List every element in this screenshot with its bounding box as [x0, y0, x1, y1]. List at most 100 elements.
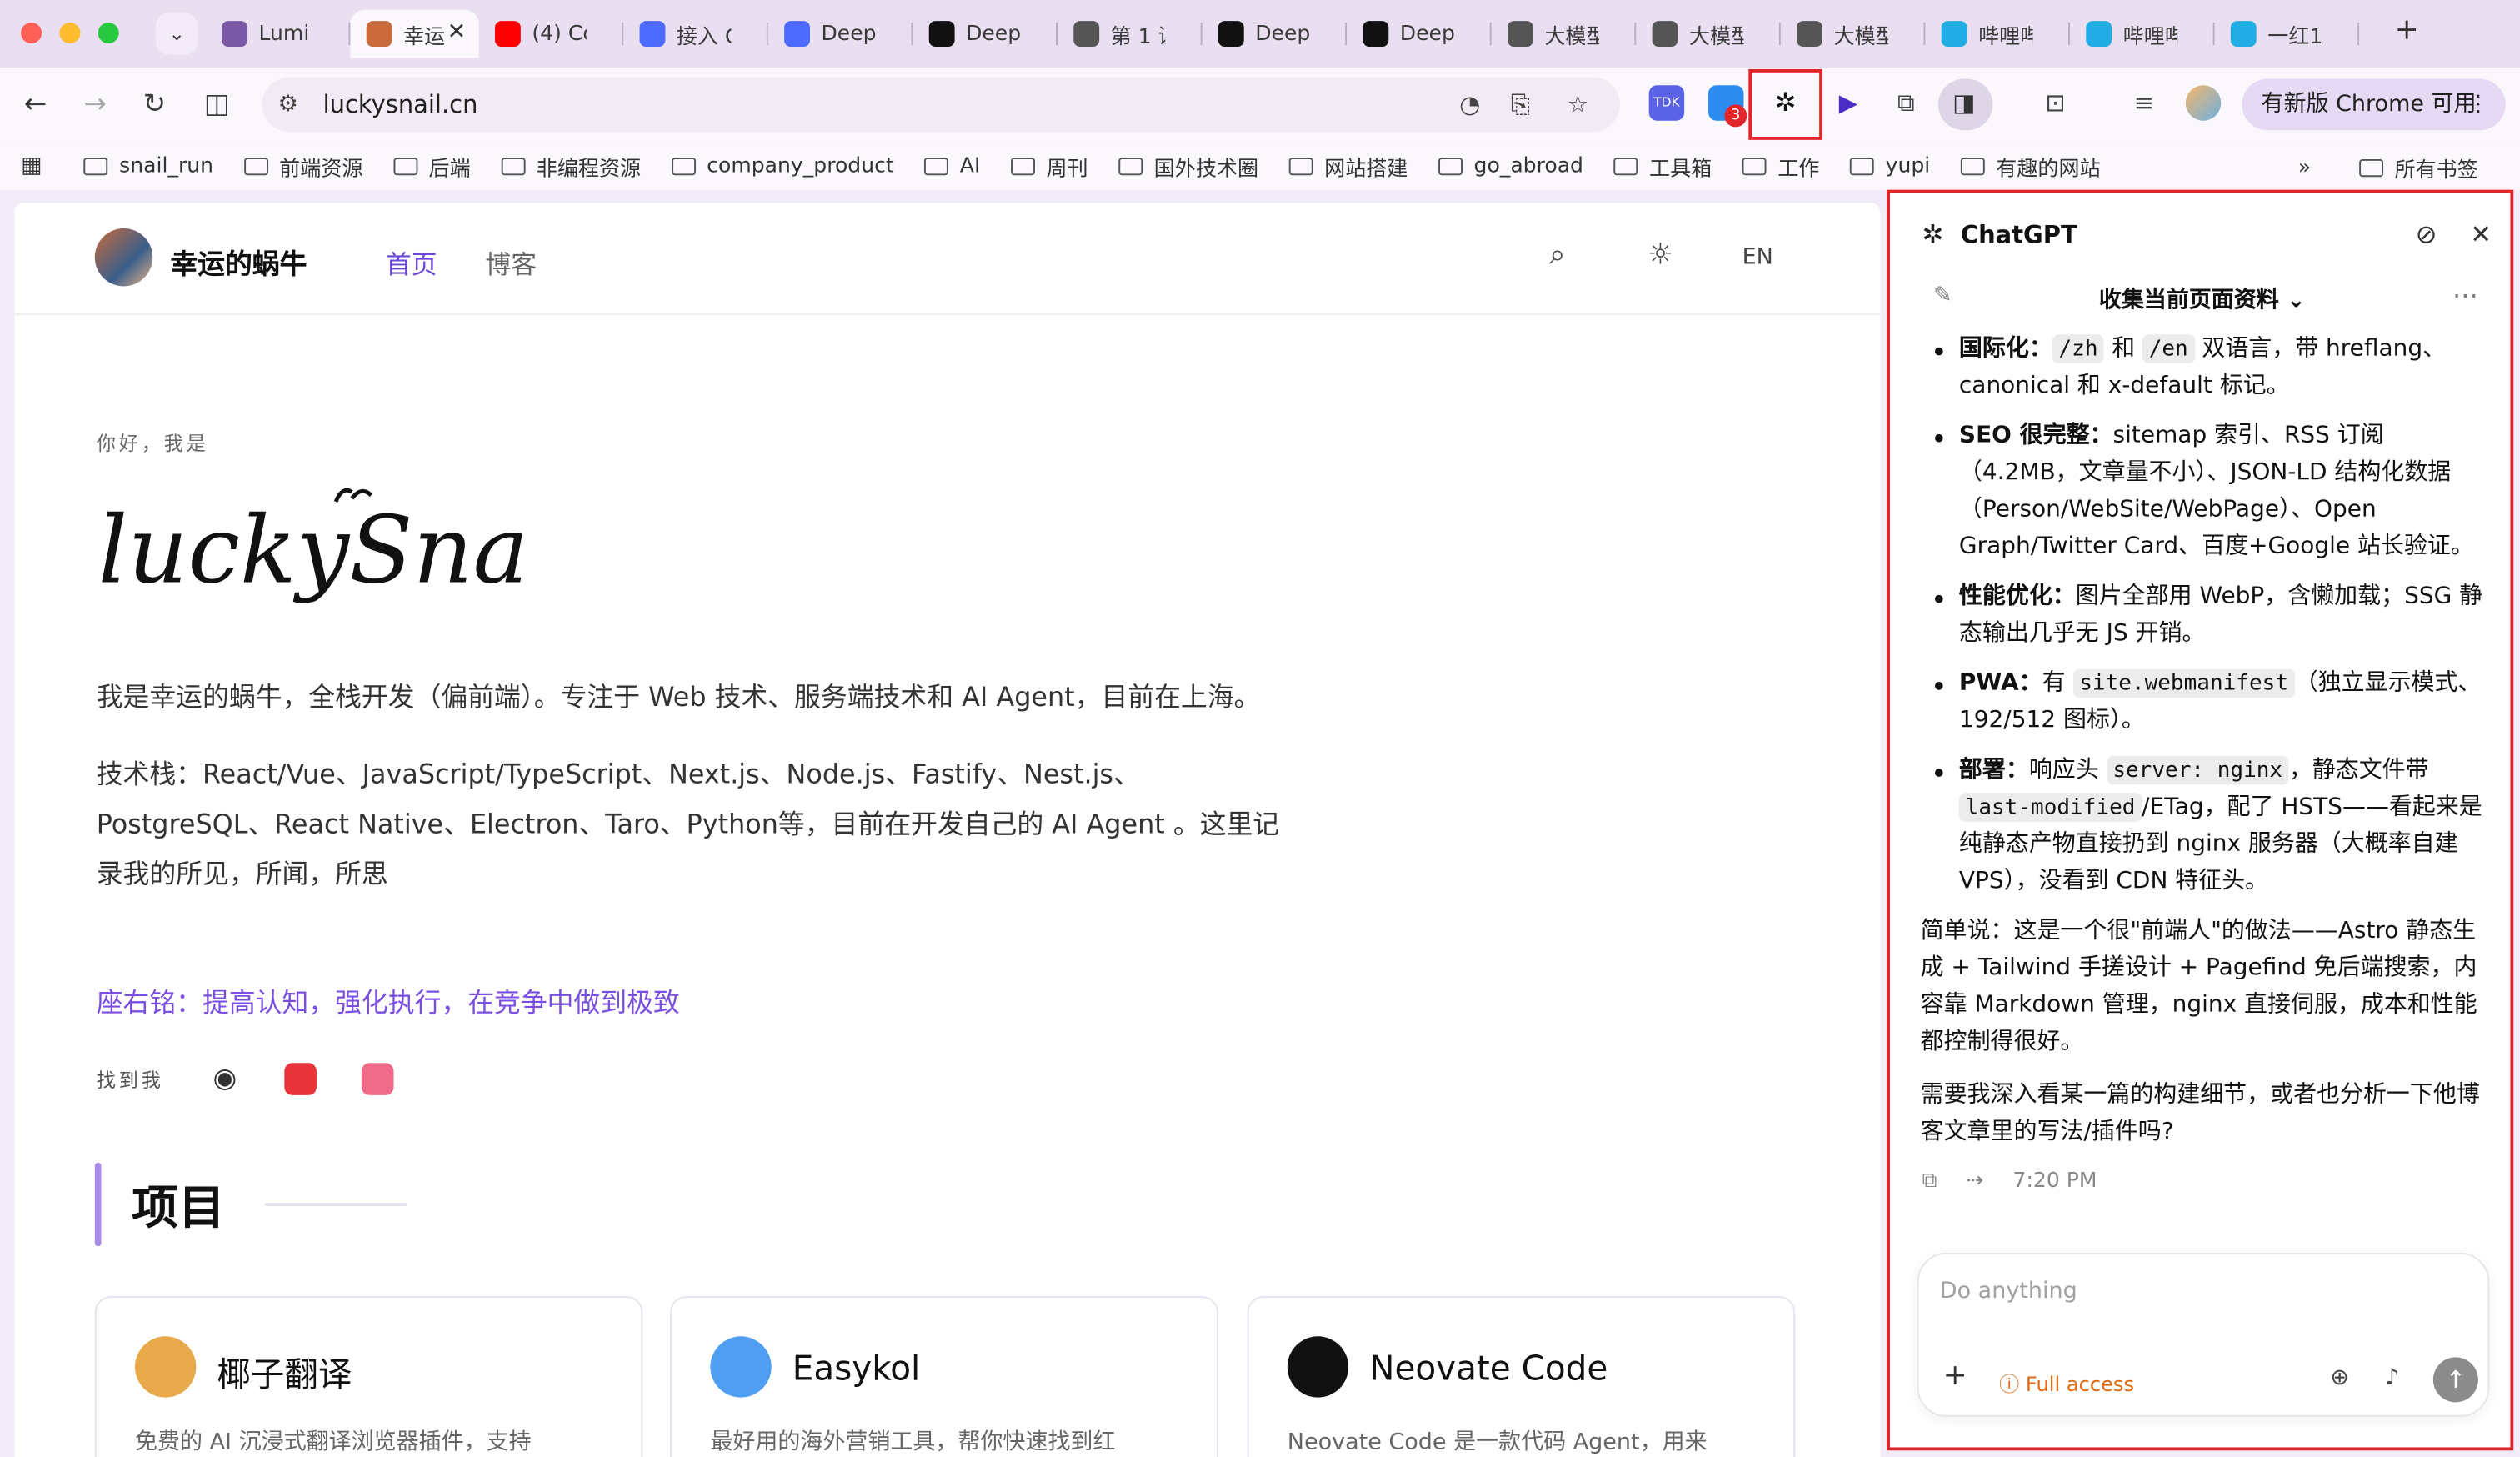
project-logo-icon: [1287, 1336, 1349, 1398]
close-window-button[interactable]: [21, 23, 42, 44]
close-tab-icon[interactable]: ✕: [448, 19, 467, 45]
chevron-down-icon: ⌄: [2287, 288, 2306, 314]
bookmark-folder[interactable]: 网站搭建: [1288, 150, 1408, 182]
tab-title: DeepS: [966, 22, 1021, 46]
bookmark-folder[interactable]: yupi: [1850, 150, 1930, 181]
search-icon[interactable]: ⌕: [1549, 238, 1565, 273]
github-icon[interactable]: ◉: [209, 1063, 242, 1095]
bookmark-folder[interactable]: go_abroad: [1438, 150, 1583, 181]
apps-grid-icon[interactable]: ▦: [21, 153, 42, 178]
bookmark-folder[interactable]: 后端: [393, 150, 471, 181]
tab-7[interactable]: DeepS: [1202, 10, 1348, 58]
copy-icon[interactable]: ⧉: [1922, 1169, 1938, 1194]
install-app-icon[interactable]: ⎘: [1511, 90, 1530, 119]
send-button[interactable]: ↑: [2432, 1357, 2478, 1403]
language-switch[interactable]: EN: [1742, 244, 1773, 270]
tab-12[interactable]: 哔哩哔: [1925, 10, 2070, 58]
tab-0[interactable]: Lumi -: [206, 10, 351, 58]
bookmarks-more-chevron-icon[interactable]: »: [2298, 156, 2311, 180]
nav-home-link[interactable]: 首页: [386, 243, 438, 281]
maximize-window-button[interactable]: [98, 23, 119, 44]
site-avatar[interactable]: [94, 228, 153, 287]
more-menu-icon[interactable]: ⋮: [2467, 79, 2489, 131]
tab-3[interactable]: 接入 C: [623, 10, 768, 58]
bookmark-folder[interactable]: 周刊: [1011, 150, 1088, 181]
tab-14[interactable]: 一红16: [2215, 10, 2360, 58]
tab-5[interactable]: DeepS: [912, 10, 1058, 58]
bookmark-folder[interactable]: company_product: [671, 150, 894, 181]
chrome-update-button[interactable]: 有新版 Chrome 可用 ⋮: [2242, 78, 2506, 131]
intro-section: 我是幸运的蜗牛，全栈开发（偏前端）。专注于 Web 技术、服务端技术和 AI A…: [97, 672, 1302, 926]
bookmark-folder[interactable]: snail_run: [83, 150, 213, 181]
more-options-icon[interactable]: ⋯: [2452, 280, 2478, 311]
back-arrow-icon[interactable]: ←: [24, 88, 47, 121]
tab-4[interactable]: DeepS: [768, 10, 913, 58]
bilibili-icon[interactable]: [361, 1063, 394, 1095]
project-card[interactable]: Neovate Code Neovate Code 是一款代码 Agent，用来: [1247, 1296, 1796, 1457]
message-time: 7:20 PM: [2012, 1169, 2098, 1194]
xiaohongshu-icon[interactable]: [284, 1063, 317, 1095]
profile-avatar[interactable]: [2185, 85, 2222, 121]
performance-icon[interactable]: ◔: [1459, 90, 1480, 119]
bookmark-star-icon[interactable]: ☆: [1567, 90, 1588, 119]
bookmark-folder[interactable]: AI: [924, 150, 980, 181]
address-bar[interactable]: ⚙ luckysnail.cn ◔ ⎘ ☆: [262, 77, 1620, 133]
unpin-icon[interactable]: ⊘: [2416, 218, 2438, 249]
project-card[interactable]: Easykol 最好用的海外营销工具，帮你快速找到红: [670, 1296, 1218, 1457]
tab-1[interactable]: 幸运 ✕: [350, 9, 479, 58]
forward-arrow-icon[interactable]: →: [83, 88, 106, 121]
chatgpt-extension-icon[interactable]: ✲: [1768, 85, 1802, 120]
bookmark-label: 网站搭建: [1324, 157, 1408, 182]
theme-sun-icon[interactable]: ☼: [1648, 238, 1673, 273]
list-item: 部署：响应头 server: nginx ，静态文件带 last-modified…: [1921, 753, 2499, 901]
url-text[interactable]: luckysnail.cn: [323, 90, 478, 119]
tab-2[interactable]: (4) Co: [479, 10, 624, 58]
share-icon[interactable]: ⇢: [1966, 1169, 1983, 1194]
media-controls-icon[interactable]: ≡: [2126, 85, 2161, 120]
reload-icon[interactable]: ↻: [143, 88, 166, 121]
panel-title: ChatGPT: [1960, 220, 2078, 250]
all-bookmarks-link[interactable]: 所有书签: [2395, 153, 2478, 183]
project-description: 免费的 AI 沉浸式翻译浏览器插件，支持: [134, 1429, 532, 1456]
full-access-button[interactable]: ⓘ Full access: [1999, 1367, 2134, 1398]
bookmark-folder[interactable]: 国外技术圈: [1118, 150, 1258, 181]
new-chat-icon[interactable]: ✎: [1933, 283, 1952, 309]
close-panel-icon[interactable]: ✕: [2470, 218, 2492, 249]
tab-favicon-icon: [222, 21, 248, 47]
project-card[interactable]: 椰子翻译 免费的 AI 沉浸式翻译浏览器插件，支持: [94, 1296, 643, 1457]
inline-code: /zh: [2052, 334, 2105, 364]
globe-icon[interactable]: ⊕: [2330, 1365, 2349, 1391]
add-attachment-icon[interactable]: +: [1943, 1359, 1968, 1393]
tab-13[interactable]: 哔哩哔: [2070, 10, 2215, 58]
bookmark-folder[interactable]: 工作: [1742, 150, 1820, 181]
site-info-icon[interactable]: ⚙: [278, 92, 298, 118]
prompt-input[interactable]: Do anything: [1940, 1279, 2078, 1304]
chatgpt-logo-icon: ✲: [1922, 218, 1944, 250]
extensions-puzzle-icon[interactable]: ⧉: [1888, 85, 1923, 120]
bookmark-folder[interactable]: 工具箱: [1613, 150, 1712, 181]
side-panel-button[interactable]: ◨: [1938, 78, 1993, 131]
chat-composer: Do anything + ⓘ Full access ⊕ ♪ ↑: [1917, 1252, 2490, 1417]
bookmark-folder[interactable]: 非编程资源: [501, 150, 641, 181]
screenshot-icon[interactable]: ⊡: [2038, 85, 2072, 120]
microphone-icon[interactable]: ♪: [2385, 1365, 2399, 1391]
tab-6[interactable]: 第 1 课: [1058, 10, 1202, 58]
tab-title: 大模型: [1833, 24, 1888, 49]
minimize-window-button[interactable]: [59, 23, 81, 44]
extension-play-icon[interactable]: ▶: [1831, 85, 1866, 120]
bookmark-label: company_product: [707, 153, 894, 178]
new-tab-plus-icon[interactable]: +: [2395, 13, 2419, 47]
conversation-title-dropdown[interactable]: 收集当前页面资料 ⌄: [2099, 283, 2306, 316]
bookmark-folder[interactable]: 前端资源: [243, 150, 362, 181]
site-name[interactable]: 幸运的蜗牛: [170, 241, 307, 282]
tab-8[interactable]: DeepS: [1347, 10, 1492, 58]
tab-11[interactable]: 大模型: [1781, 10, 1926, 58]
logo-text: luckySnail: [98, 496, 529, 604]
tab-10[interactable]: 大模型: [1636, 10, 1781, 58]
tab-search-chevron-icon[interactable]: ⌄: [156, 13, 198, 55]
tdk-extension-icon[interactable]: TDK: [1648, 85, 1685, 121]
reading-mode-icon[interactable]: ◫: [204, 88, 230, 121]
tab-9[interactable]: 大模型: [1492, 10, 1637, 58]
nav-blog-link[interactable]: 博客: [485, 243, 537, 281]
bookmark-folder[interactable]: 有趣的网站: [1960, 150, 2101, 181]
